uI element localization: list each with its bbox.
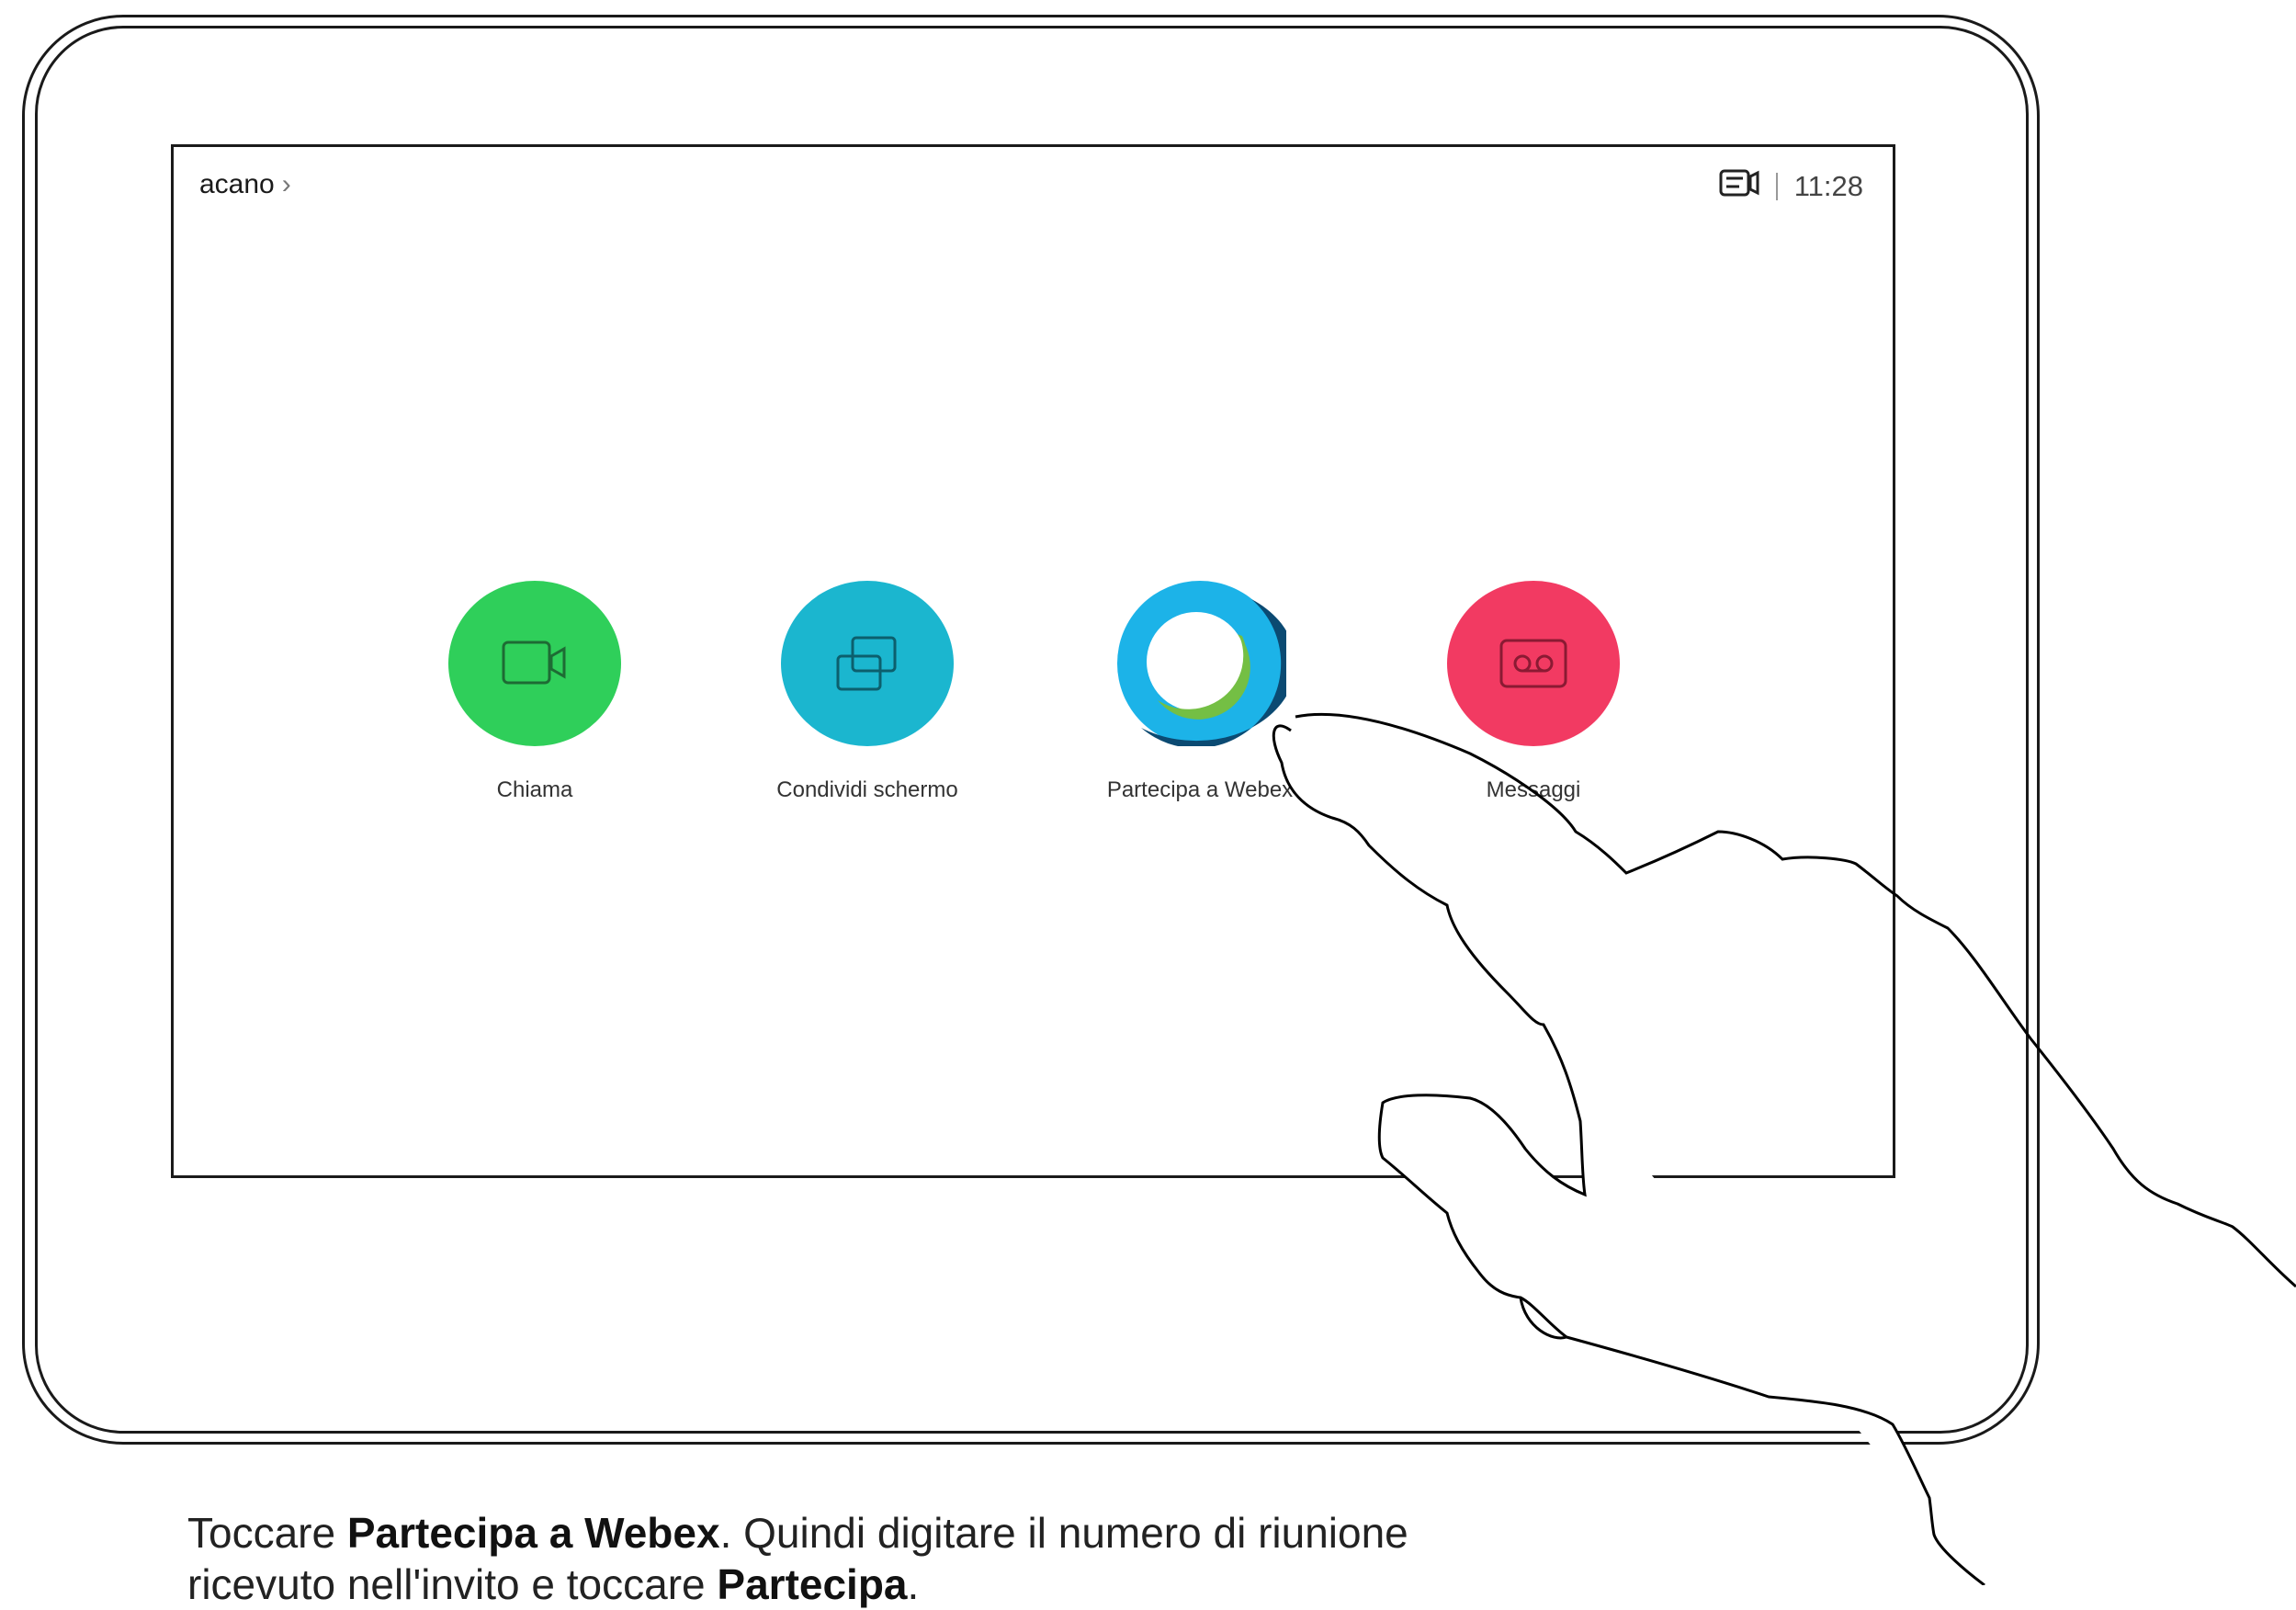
caption-bold: Partecipa	[717, 1560, 908, 1608]
caption-text: . Quindi digitare il numero di riunione	[719, 1509, 1408, 1557]
pointing-hand-illustration	[1272, 712, 2296, 1585]
caption-text: Toccare	[187, 1509, 347, 1557]
caption-bold: Partecipa a Webex	[346, 1509, 720, 1557]
caption-text: ricevuto nell'invito e toccare	[187, 1560, 718, 1608]
caption-text: .	[907, 1560, 920, 1608]
instruction-caption: Toccare Partecipa a Webex. Quindi digita…	[187, 1507, 1657, 1610]
